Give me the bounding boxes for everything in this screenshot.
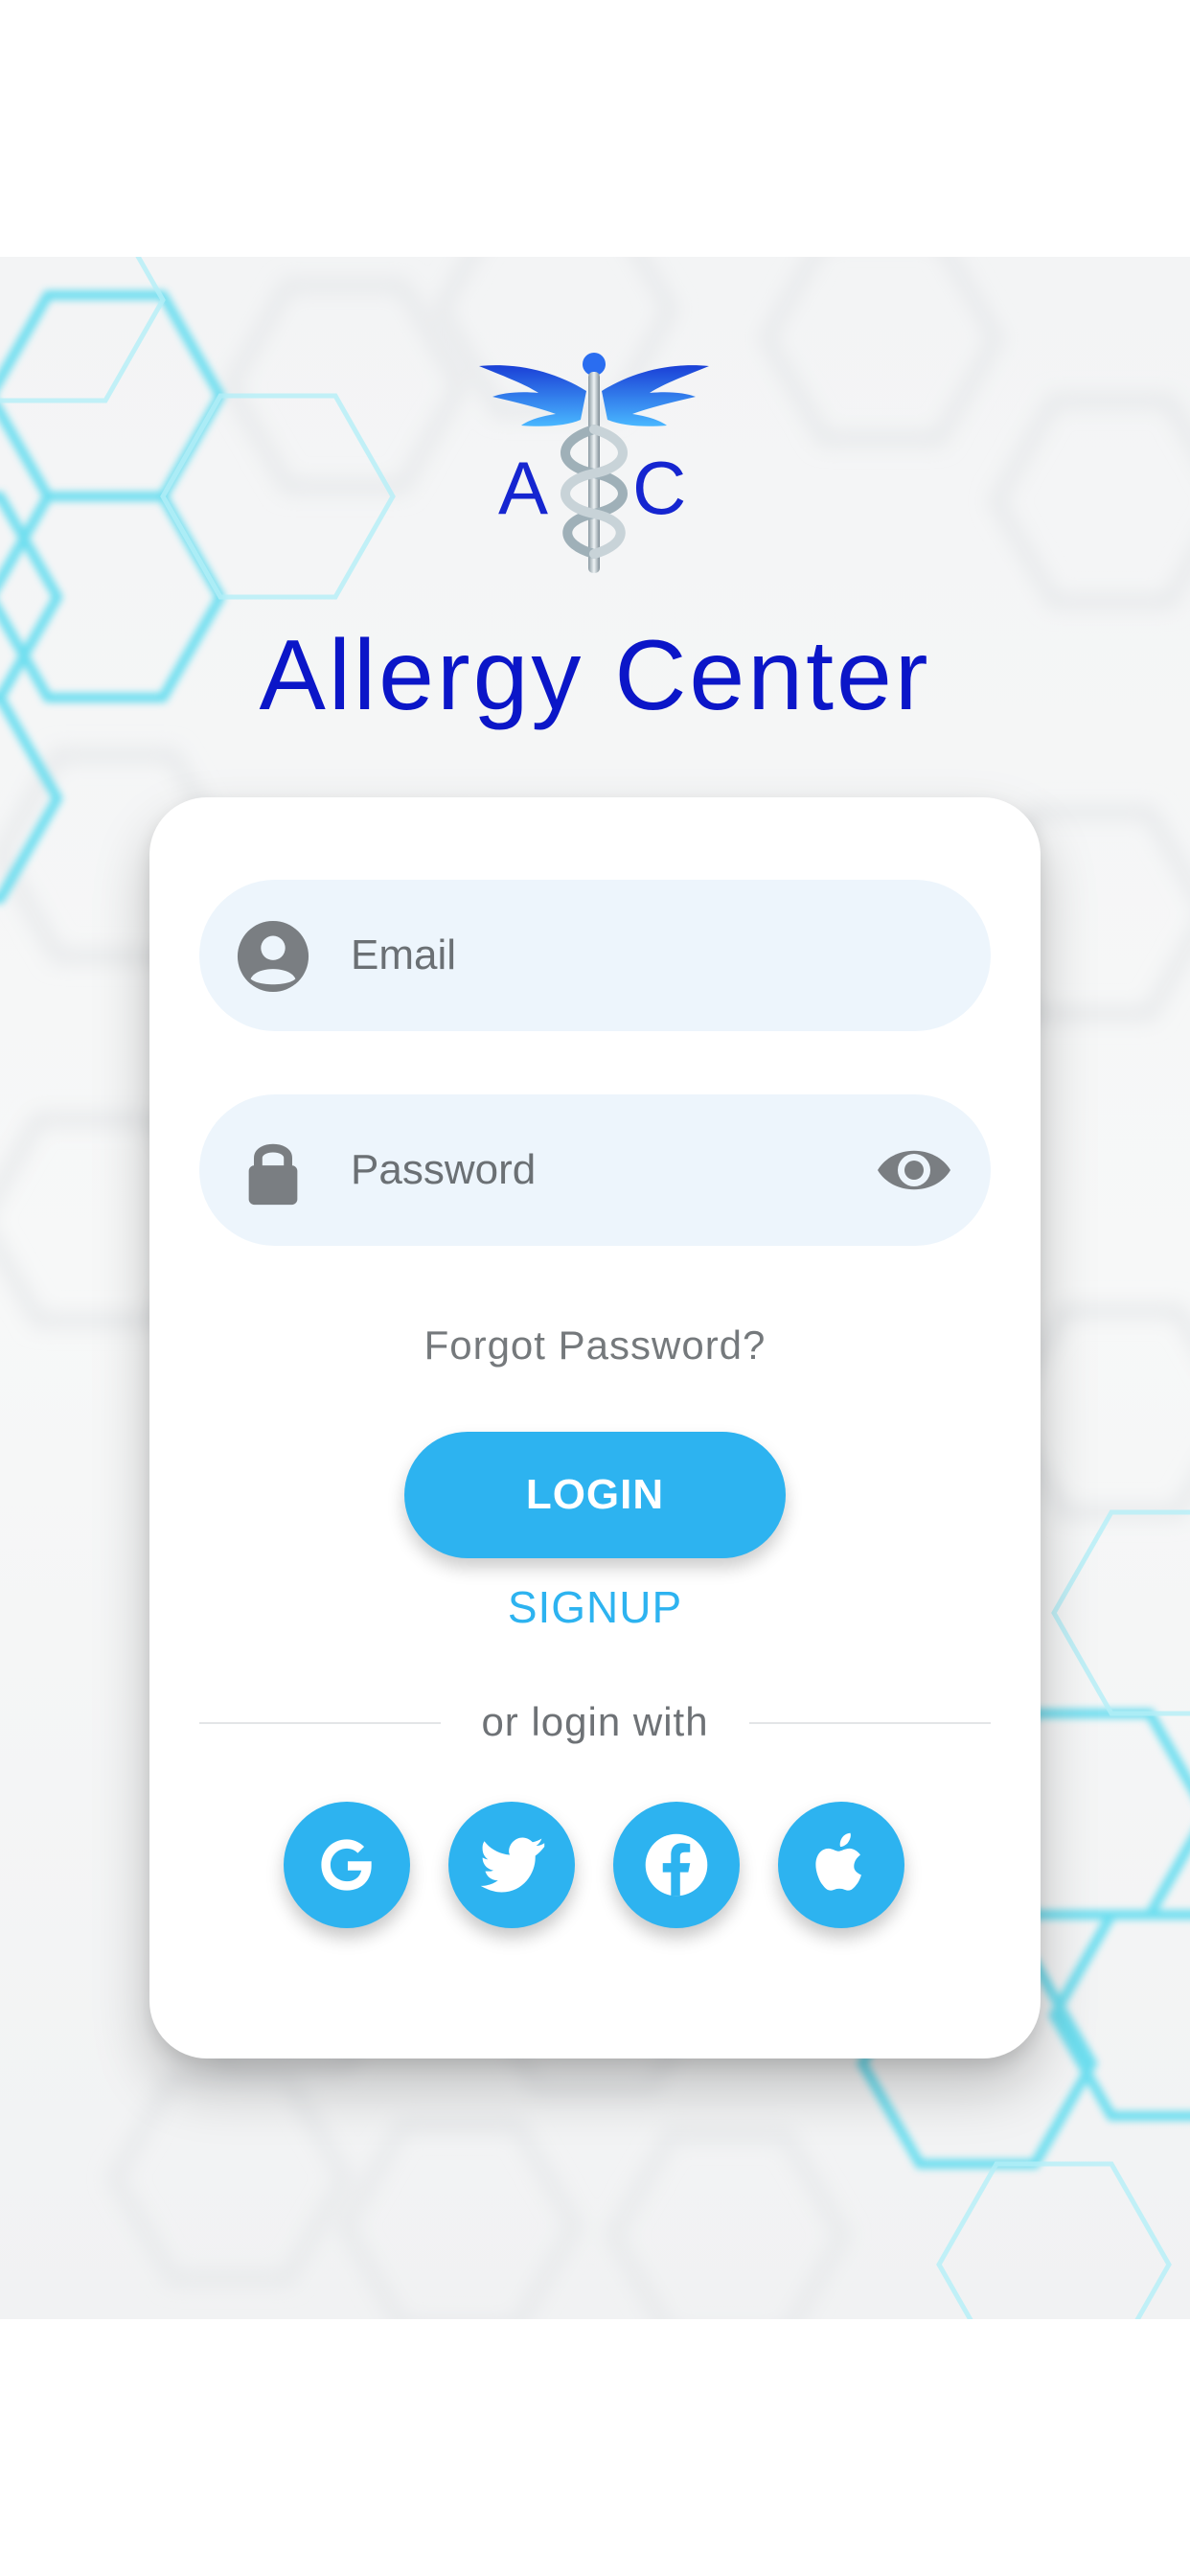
user-circle-icon xyxy=(236,919,310,994)
lock-icon xyxy=(236,1134,310,1208)
login-button[interactable]: LOGIN xyxy=(404,1432,786,1558)
email-input[interactable] xyxy=(351,880,849,1031)
login-card: Forgot Password? LOGIN SIGNUP or login w… xyxy=(149,797,1041,2058)
apple-login-button[interactable] xyxy=(778,1802,904,1928)
password-field[interactable] xyxy=(199,1094,991,1246)
logo-letter-a: A xyxy=(498,446,548,530)
eye-icon[interactable] xyxy=(876,1137,952,1204)
facebook-icon xyxy=(645,1833,708,1897)
logo-letter-c: C xyxy=(632,446,686,530)
email-field[interactable] xyxy=(199,880,991,1031)
twitter-icon xyxy=(480,1837,545,1893)
password-input[interactable] xyxy=(351,1094,849,1246)
google-icon xyxy=(321,1839,372,1891)
signup-link[interactable]: SIGNUP xyxy=(149,1581,1041,1633)
forgot-password-link[interactable]: Forgot Password? xyxy=(149,1322,1041,1368)
apple-icon xyxy=(815,1832,861,1891)
twitter-login-button[interactable] xyxy=(448,1802,575,1928)
social-divider: or login with xyxy=(199,1692,991,1752)
divider-line-right xyxy=(749,1722,991,1724)
facebook-login-button[interactable] xyxy=(613,1802,740,1928)
google-login-button[interactable] xyxy=(284,1802,410,1928)
brand-title: Allergy Center xyxy=(259,620,931,731)
login-screen: A C Allergy Center Email Forgot Password… xyxy=(0,0,1190,2576)
brand-logo: A C xyxy=(479,353,709,575)
